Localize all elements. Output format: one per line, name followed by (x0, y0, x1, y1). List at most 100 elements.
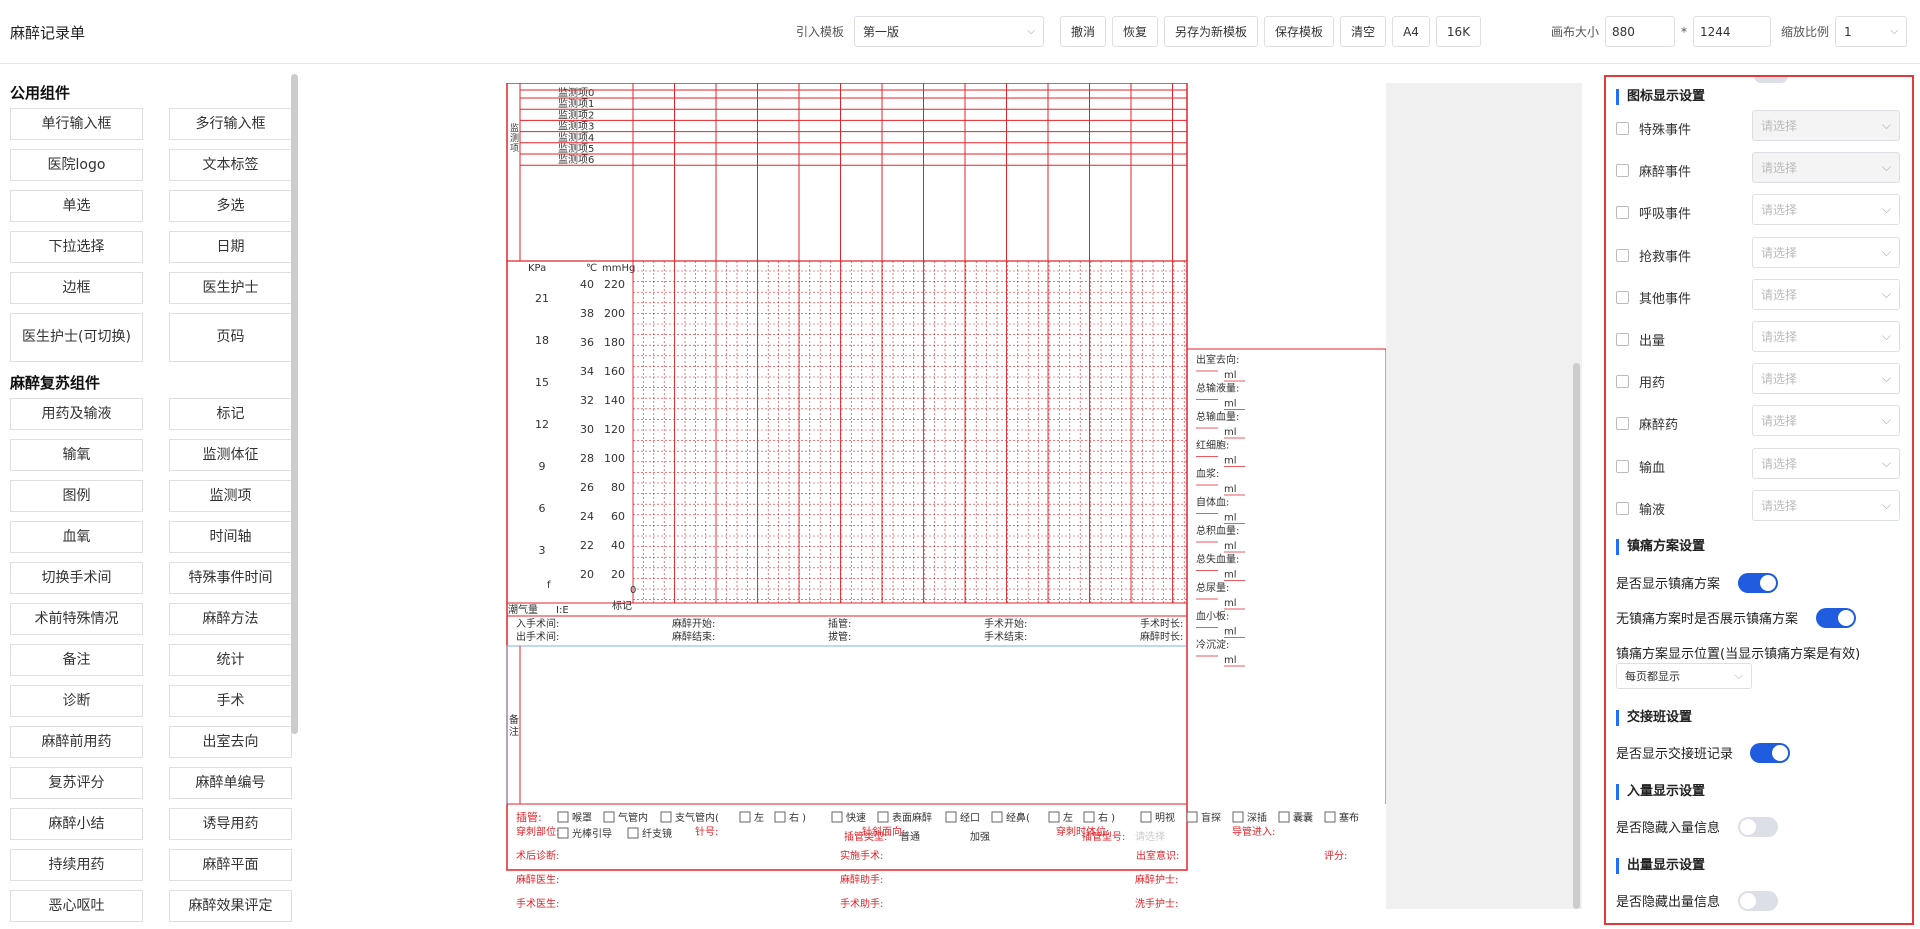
component-button[interactable]: 持续用药 (10, 849, 143, 881)
show-when-none-toggle[interactable] (1816, 608, 1856, 628)
intubation-checkbox[interactable] (945, 811, 957, 823)
icon-setting-select[interactable]: 请选择 ⌵ (1752, 447, 1900, 479)
intubation-checkbox[interactable] (557, 811, 569, 823)
component-button[interactable]: 复苏评分 (10, 767, 143, 799)
component-button[interactable]: 监测体征 (169, 439, 292, 471)
intubation-checkbox[interactable] (739, 811, 751, 823)
icon-setting-select[interactable]: 请选择 ⌵ (1752, 363, 1900, 395)
component-button[interactable]: 标记 (169, 398, 292, 430)
component-button[interactable]: 术前特殊情况 (10, 603, 143, 635)
component-button[interactable]: 统计 (169, 644, 292, 676)
component-button[interactable]: 用药及输液 (10, 398, 143, 430)
component-button[interactable]: 单选 (10, 190, 143, 222)
component-button[interactable]: 出室去向 (169, 726, 292, 758)
component-button[interactable]: 单行输入框 (10, 108, 143, 140)
zoom-select[interactable]: 1 ⌵ (1835, 16, 1908, 47)
intubation-checkbox[interactable] (1048, 811, 1060, 823)
component-button[interactable]: 麻醉小结 (10, 808, 143, 840)
checkbox[interactable] (1616, 459, 1629, 473)
component-button[interactable]: 日期 (169, 231, 292, 263)
hide-output-toggle[interactable] (1738, 891, 1778, 911)
checkbox[interactable] (1616, 206, 1629, 220)
settings-toggle-partial[interactable] (1754, 77, 1788, 83)
component-button[interactable]: 多选 (169, 190, 292, 222)
component-button[interactable]: 边框 (10, 272, 143, 304)
checkbox[interactable] (1616, 417, 1629, 431)
component-button[interactable]: 麻醉前用药 (10, 726, 143, 758)
checkbox[interactable] (1616, 164, 1629, 178)
checkbox[interactable] (1616, 248, 1629, 262)
intubation-checkbox[interactable] (660, 811, 672, 823)
hide-input-toggle[interactable] (1738, 817, 1778, 837)
show-analgesia-toggle[interactable] (1738, 573, 1778, 593)
intubation-checkbox[interactable] (774, 811, 786, 823)
component-button[interactable]: 麻醉平面 (169, 849, 292, 881)
icon-setting-select[interactable]: 请选择 ⌵ (1752, 489, 1900, 521)
intubation-checkbox[interactable] (831, 811, 843, 823)
icon-setting-select[interactable]: 请选择 ⌵ (1752, 236, 1900, 268)
component-button[interactable]: 页码 (169, 313, 292, 362)
component-button[interactable]: 备注 (10, 644, 143, 676)
icon-setting-select[interactable]: 请选择 ⌵ (1752, 321, 1900, 352)
template-select[interactable]: 第一版 ⌵ (854, 16, 1045, 47)
icon-setting-select[interactable]: 请选择 ⌵ (1752, 110, 1900, 141)
component-button[interactable]: 医生护士(可切换) (10, 313, 143, 362)
component-button[interactable]: 诊断 (10, 685, 143, 717)
toolbar-button-4[interactable]: 清空 (1340, 16, 1387, 47)
intubation-checkbox[interactable] (1278, 811, 1290, 823)
intubation-checkbox[interactable] (603, 811, 615, 823)
anesthesia-record-paper[interactable]: 监测项 监测项0 监测项1 监测项2 监测项3 监测项4 监测项5 监测项6 KPa ℃ mmHg 2… (320, 83, 1386, 909)
checkbox[interactable] (1616, 333, 1629, 346)
component-button[interactable]: 恶心呕吐 (10, 890, 143, 922)
component-button[interactable]: 手术 (169, 685, 292, 717)
canvas-height-input[interactable]: 1244 (1693, 16, 1772, 47)
component-button[interactable]: 医院logo (10, 149, 143, 181)
checkbox[interactable] (1616, 501, 1629, 515)
remark-box[interactable] (506, 645, 1188, 805)
component-button[interactable]: 诱导用药 (169, 808, 292, 840)
toolbar-button-2[interactable]: 另存为新模板 (1164, 16, 1259, 47)
canvas-scrollbar[interactable] (1573, 363, 1580, 909)
toggle-knob (1772, 745, 1788, 761)
component-button[interactable]: 多行输入框 (169, 108, 292, 140)
intubation-checkbox[interactable] (877, 811, 889, 823)
analgesia-position-select[interactable]: 每页都显示 ⌵ (1616, 663, 1752, 689)
toolbar-button-5[interactable]: A4 (1392, 16, 1430, 47)
intubation-checkbox[interactable] (627, 827, 639, 839)
checkbox[interactable] (1616, 375, 1629, 389)
icon-setting-select[interactable]: 请选择 ⌵ (1752, 278, 1900, 310)
component-grid: 用药及输液 标记 输氧 监测体征 图例 监测项 血氧 时间轴 切换手术间 特殊事件时间 术前特殊情况… (0, 398, 300, 922)
canvas-width-input[interactable]: 880 (1605, 16, 1676, 47)
intubation-checkbox[interactable] (1083, 811, 1095, 823)
left-scrollbar[interactable] (291, 74, 298, 734)
component-button[interactable]: 文本标签 (169, 149, 292, 181)
component-button[interactable]: 切换手术间 (10, 562, 143, 594)
component-button[interactable]: 医生护士 (169, 272, 292, 304)
toolbar-button-3[interactable]: 保存模板 (1264, 16, 1335, 47)
intubation-checkbox[interactable] (1232, 811, 1244, 823)
component-button[interactable]: 时间轴 (169, 521, 292, 553)
component-button[interactable]: 图例 (10, 480, 143, 512)
icon-setting-select[interactable]: 请选择 ⌵ (1752, 405, 1900, 437)
icon-setting-select[interactable]: 请选择 ⌵ (1752, 194, 1900, 226)
component-button[interactable]: 特殊事件时间 (169, 562, 292, 594)
component-button[interactable]: 麻醉方法 (169, 603, 292, 635)
intubation-checkbox[interactable] (557, 827, 569, 839)
checkbox[interactable] (1616, 290, 1629, 304)
toolbar-button-6[interactable]: 16K (1435, 16, 1482, 47)
toolbar-button-1[interactable]: 恢复 (1112, 16, 1159, 47)
icon-setting-select[interactable]: 请选择 ⌵ (1752, 152, 1900, 184)
intubation-checkbox[interactable] (1324, 811, 1336, 823)
intubation-checkbox[interactable] (1140, 811, 1152, 823)
component-button[interactable]: 麻醉效果评定 (169, 890, 292, 922)
intubation-checkbox[interactable] (1186, 811, 1198, 823)
show-handover-toggle[interactable] (1750, 743, 1790, 763)
component-button[interactable]: 血氧 (10, 521, 143, 553)
component-button[interactable]: 监测项 (169, 480, 292, 512)
component-button[interactable]: 麻醉单编号 (169, 767, 292, 799)
intubation-checkbox[interactable] (991, 811, 1003, 823)
checkbox[interactable] (1616, 122, 1629, 135)
component-button[interactable]: 下拉选择 (10, 231, 143, 263)
toolbar-button-0[interactable]: 撤消 (1060, 16, 1107, 47)
component-button[interactable]: 输氧 (10, 439, 143, 471)
